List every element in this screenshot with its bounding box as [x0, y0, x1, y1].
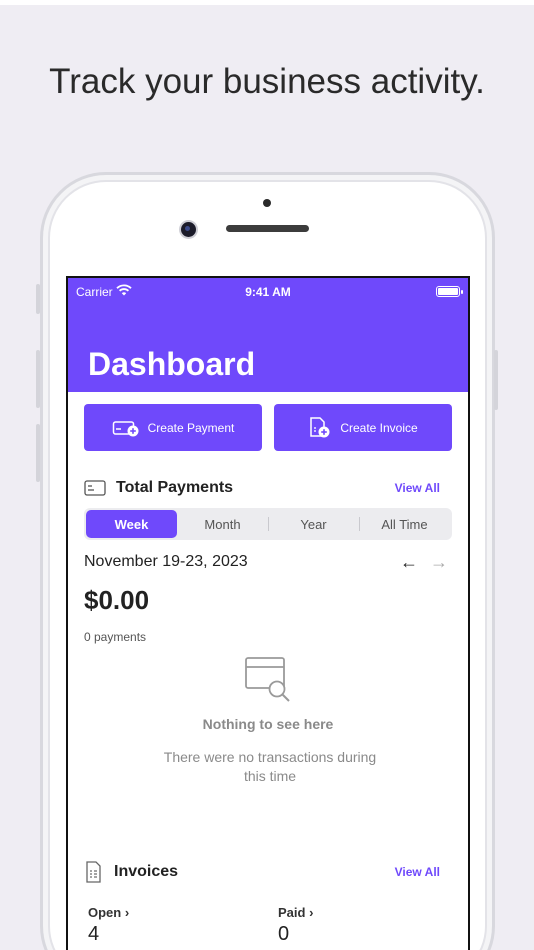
battery-icon [436, 286, 463, 297]
phone-mute-switch [36, 284, 40, 314]
next-period-button[interactable]: → [430, 552, 448, 573]
create-payment-label: Create Payment [147, 420, 235, 435]
phone-volume-up [36, 350, 40, 408]
open-invoices-value: 4 [88, 923, 100, 945]
paid-invoices-label: Paid [278, 905, 306, 920]
payments-section-header: Total Payments [84, 476, 233, 500]
empty-state-text: There were no transactions during this t… [163, 749, 377, 784]
payments-view-all-link[interactable]: View All [395, 481, 440, 495]
phone-volume-down [36, 424, 40, 482]
invoice-add-icon [310, 416, 330, 437]
tab-week[interactable]: Week [86, 510, 177, 538]
paid-invoices-value: 0 [278, 923, 290, 945]
empty-search-icon [245, 657, 290, 702]
tab-year[interactable]: Year [268, 510, 359, 538]
page-title: Dashboard [88, 346, 256, 382]
previous-period-button[interactable]: ← [400, 552, 418, 573]
card-add-icon [112, 420, 139, 436]
tab-month[interactable]: Month [177, 510, 268, 538]
payments-count: 0 payments [84, 630, 147, 644]
status-time: 9:41 AM [245, 285, 291, 299]
date-range: November 19-23, 2023 [84, 553, 248, 570]
phone-camera [181, 222, 196, 237]
period-segmented-control: Week Month Year All Time [84, 508, 452, 540]
phone-sensor [263, 199, 271, 207]
marketing-headline: Track your business activity. [49, 62, 485, 101]
tab-all-time[interactable]: All Time [359, 510, 450, 538]
create-payment-button[interactable]: Create Payment [84, 404, 262, 451]
invoice-icon [86, 861, 101, 883]
invoices-view-all-link[interactable]: View All [395, 865, 440, 879]
invoices-section-header: Invoices [84, 860, 178, 884]
create-invoice-button[interactable]: Create Invoice [274, 404, 452, 451]
empty-state-title: Nothing to see here [202, 716, 334, 732]
payments-title: Total Payments [116, 479, 234, 496]
payments-total: $0.00 [84, 585, 150, 615]
paid-invoices-link[interactable]: Paid › [278, 905, 313, 920]
phone-speaker [226, 225, 309, 232]
app-screen: Carrier 9:41 AM Dashboard Create Payment [66, 276, 470, 950]
card-icon [84, 480, 106, 496]
phone-power-button [494, 350, 498, 410]
status-bar: Carrier 9:41 AM [68, 283, 468, 301]
open-invoices-link[interactable]: Open › [88, 905, 129, 920]
chevron-right-icon: › [309, 905, 314, 920]
chevron-right-icon: › [124, 905, 130, 920]
create-invoice-label: Create Invoice [340, 420, 418, 435]
invoices-title: Invoices [114, 863, 179, 880]
open-invoices-label: Open [88, 905, 122, 920]
top-edge [0, 0, 534, 5]
app-header: Carrier 9:41 AM Dashboard [68, 278, 468, 392]
